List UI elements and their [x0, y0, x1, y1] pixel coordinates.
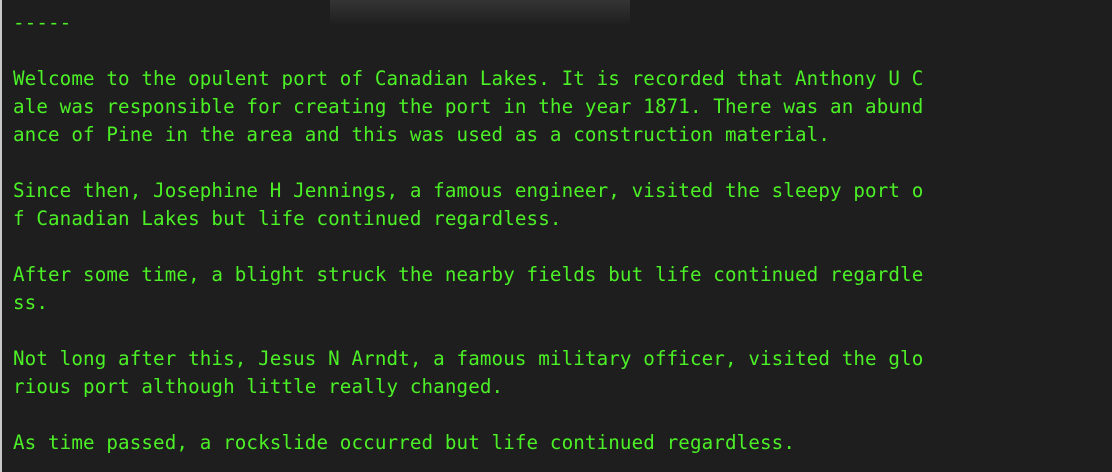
output-line: Since then, Josephine H Jennings, a famo… [13, 179, 924, 202]
output-line: f Canadian Lakes but life continued rega… [13, 207, 562, 230]
window-edge [0, 0, 2, 472]
output-line: ----- [13, 11, 72, 34]
output-line: As time passed, a rockslide occurred but… [13, 431, 796, 454]
output-line: ale was responsible for creating the por… [13, 95, 924, 118]
terminal-window[interactable]: ----- Welcome to the opulent port of Can… [0, 0, 1112, 472]
output-line: rious port although little really change… [13, 375, 504, 398]
output-line: ss. [13, 291, 49, 314]
output-line: Welcome to the opulent port of Canadian … [13, 67, 924, 90]
terminal-output: ----- Welcome to the opulent port of Can… [13, 9, 1109, 457]
output-line: Not long after this, Jesus N Arndt, a fa… [13, 347, 924, 370]
output-line: ance of Pine in the area and this was us… [13, 123, 831, 146]
output-line: After some time, a blight struck the nea… [13, 263, 924, 286]
